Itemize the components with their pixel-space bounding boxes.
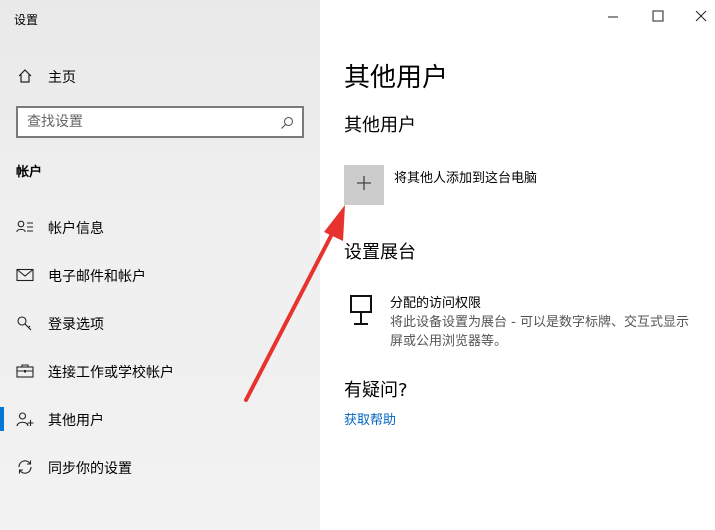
section-title: 帐户: [16, 165, 43, 180]
sync-icon: [16, 459, 34, 475]
sidebar-item-sign-in-options[interactable]: 登录选项: [0, 305, 320, 341]
main-content: 其他用户 其他用户 将其他人添加到这台电脑 设置展台 分配的访问权限 将此设备设…: [320, 0, 715, 530]
sidebar-item-label: 电子邮件和帐户: [48, 269, 146, 285]
briefcase-icon: [16, 363, 34, 379]
plus-icon: [355, 174, 373, 196]
sidebar-item-label: 主页: [48, 70, 76, 86]
assigned-access-description: 将此设备设置为展台 - 可以是数字标牌、交互式显示屏或公用浏览器等。: [390, 315, 689, 349]
sidebar-item-label: 其他用户: [48, 413, 104, 429]
get-help-link[interactable]: 获取帮助: [344, 409, 396, 428]
other-users-heading: 其他用户: [344, 115, 416, 136]
maximize-icon[interactable]: [650, 8, 666, 24]
assigned-access-link[interactable]: 分配的访问权限: [390, 292, 481, 311]
add-user-label[interactable]: 将其他人添加到这台电脑: [394, 167, 537, 186]
sidebar: 设置 主页 帐户 帐户信息 电子邮件和帐户: [0, 0, 320, 530]
sidebar-item-home[interactable]: 主页: [0, 62, 320, 90]
sidebar-item-label: 登录选项: [48, 317, 104, 333]
settings-window: 设置 主页 帐户 帐户信息 电子邮件和帐户: [0, 0, 715, 530]
sidebar-item-label: 同步你的设置: [48, 461, 132, 477]
window-title: 设置: [14, 13, 39, 27]
search-icon[interactable]: [280, 115, 294, 129]
sidebar-item-email-accounts[interactable]: 电子邮件和帐户: [0, 257, 320, 293]
sidebar-item-other-users[interactable]: 其他用户: [0, 401, 320, 437]
active-indicator: [0, 407, 4, 431]
person-list-icon: [16, 219, 34, 235]
mail-icon: [16, 267, 34, 283]
key-icon: [16, 315, 34, 331]
window-controls: [575, 0, 715, 34]
kiosk-heading: 设置展台: [344, 242, 416, 263]
sidebar-item-sync-settings[interactable]: 同步你的设置: [0, 449, 320, 485]
help-heading: 有疑问?: [344, 380, 408, 401]
sidebar-item-label: 连接工作或学校帐户: [48, 365, 174, 381]
minimize-icon[interactable]: [605, 8, 621, 24]
person-add-icon: [16, 411, 34, 427]
sidebar-item-label: 帐户信息: [48, 221, 104, 237]
sidebar-item-work-school[interactable]: 连接工作或学校帐户: [0, 353, 320, 389]
kiosk-icon[interactable]: [348, 294, 376, 328]
search-box[interactable]: [16, 106, 304, 138]
search-input[interactable]: [18, 108, 268, 136]
home-icon: [17, 68, 33, 84]
sidebar-item-account-info[interactable]: 帐户信息: [0, 209, 320, 245]
page-title: 其他用户: [344, 63, 449, 93]
add-user-button[interactable]: [344, 165, 384, 205]
close-icon[interactable]: [693, 8, 709, 24]
